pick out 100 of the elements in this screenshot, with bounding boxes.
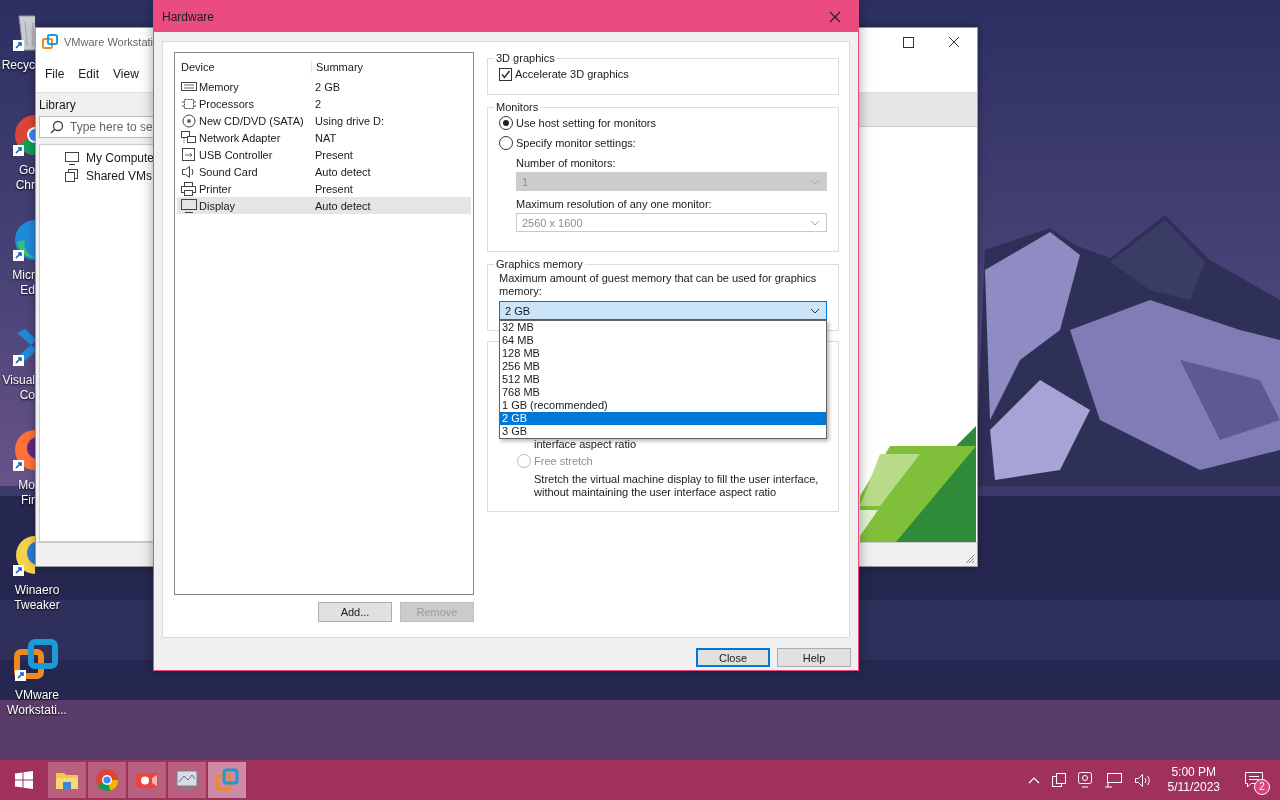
icon-label: Ed xyxy=(20,283,35,298)
menu-item[interactable]: Edit xyxy=(71,65,107,83)
device-name: Network Adapter xyxy=(199,131,281,144)
list-action-button[interactable]: Add... xyxy=(318,602,392,622)
device-row[interactable]: Memory 2 GB xyxy=(177,78,471,95)
icon-label: Fir xyxy=(21,493,35,508)
usb-icon xyxy=(181,147,197,162)
clock-time[interactable]: 5:00 PM xyxy=(1171,765,1217,780)
column-header[interactable]: Summary xyxy=(312,61,364,73)
memory-icon xyxy=(181,79,197,94)
volume-icon[interactable] xyxy=(1133,772,1152,788)
device-name: USB Controller xyxy=(199,148,273,161)
network-icon[interactable] xyxy=(1103,772,1122,788)
device-summary: Present xyxy=(314,148,353,161)
dialog-title: Hardware xyxy=(162,9,215,24)
resize-grip-icon[interactable] xyxy=(965,554,975,564)
maximize-icon xyxy=(902,36,914,48)
icon-label: Visual xyxy=(2,373,35,388)
checkbox-label[interactable]: Accelerate 3D graphics xyxy=(515,68,629,80)
tree-item[interactable]: My Compute xyxy=(86,151,155,165)
field-label: Maximum resolution of any one monitor: xyxy=(516,197,713,212)
menu-item[interactable]: View xyxy=(106,65,146,83)
dropdown-option[interactable]: 256 MB xyxy=(500,360,826,373)
library-heading: Library xyxy=(38,97,77,114)
menu-item[interactable]: File xyxy=(38,65,72,83)
checkbox[interactable] xyxy=(499,67,512,81)
chevron-down-icon xyxy=(810,307,820,314)
chevron-up-icon[interactable] xyxy=(1027,776,1040,784)
dropdown-option[interactable]: 512 MB xyxy=(500,373,826,386)
radio-label[interactable]: Specify monitor settings: xyxy=(516,137,636,149)
windows-logo-icon xyxy=(15,771,33,789)
dropdown-option[interactable]: 32 MB xyxy=(500,321,826,334)
notification-button[interactable]: 2 xyxy=(1234,760,1274,800)
icon-label: Chr xyxy=(15,178,35,193)
dropdown-option[interactable]: 64 MB xyxy=(500,334,826,347)
device-row[interactable]: Printer Present xyxy=(177,180,471,197)
tree-item[interactable]: Shared VMs xyxy=(86,169,153,183)
device-summary: NAT xyxy=(314,131,337,144)
column-header[interactable]: Device xyxy=(177,61,312,73)
dialog-button[interactable]: Help xyxy=(777,648,851,667)
monitor-icon xyxy=(64,151,80,165)
folder-taskbar-icon[interactable] xyxy=(48,762,86,798)
notification-icon xyxy=(1245,772,1263,788)
device-row[interactable]: New CD/DVD (SATA) Using drive D: xyxy=(177,112,471,129)
group-title: Monitors xyxy=(495,101,540,113)
processor-icon xyxy=(181,96,197,111)
dropdown-option[interactable]: 128 MB xyxy=(500,347,826,360)
copies-icon xyxy=(64,169,80,183)
chevron-down-icon xyxy=(810,219,820,226)
window-title: VMware Workstati xyxy=(64,36,154,48)
icon-label: Recyc xyxy=(1,58,35,73)
device-name: Processors xyxy=(199,97,255,110)
sound-icon xyxy=(181,164,197,179)
device-summary: Present xyxy=(314,182,353,195)
device-name: Printer xyxy=(199,182,232,195)
description-text: Maximum amount of guest memory that can be used for graphics memory: xyxy=(499,271,818,299)
notification-count: 2 xyxy=(1254,779,1270,795)
dialog-button[interactable]: Close xyxy=(696,648,770,667)
icon-label: Workstati... xyxy=(7,703,67,718)
device-name: Display xyxy=(199,199,236,212)
icon-label: VMware xyxy=(15,688,59,703)
close-icon xyxy=(829,10,841,23)
device-name: New CD/DVD (SATA) xyxy=(199,114,304,127)
clock-date[interactable]: 5/11/2023 xyxy=(1167,780,1220,795)
radio-label[interactable]: Use host setting for monitors xyxy=(516,117,656,129)
dropdown-option[interactable]: 3 GB xyxy=(500,425,826,438)
recorder-taskbar-icon[interactable] xyxy=(128,762,166,798)
dropdown-option[interactable]: 768 MB xyxy=(500,386,826,399)
close-icon xyxy=(948,36,960,48)
chevron-down-icon xyxy=(810,178,820,185)
device-summary: 2 GB xyxy=(314,80,341,93)
dropdown-option[interactable]: 2 GB xyxy=(500,412,826,425)
option-description: Stretch the virtual machine display to fill the user interface, without maintaining the user interface aspect ratio xyxy=(534,473,820,499)
device-summary: 2 xyxy=(314,97,322,110)
memory-select[interactable]: 2 GB xyxy=(499,301,827,320)
device-row[interactable]: Sound Card Auto detect xyxy=(177,163,471,180)
printer-icon xyxy=(181,181,197,196)
icon-label: Go xyxy=(19,163,35,178)
vmware-icon[interactable] xyxy=(13,638,61,684)
field-label: Number of monitors: xyxy=(516,156,617,171)
device-row[interactable]: USB Controller Present xyxy=(177,146,471,163)
network-icon xyxy=(181,130,197,145)
icon-label: Co xyxy=(19,388,35,403)
monitor-taskbar-icon[interactable] xyxy=(168,762,206,798)
cd-icon xyxy=(181,113,197,128)
dropdown-option[interactable]: 1 GB (recommended) xyxy=(500,399,826,412)
icon-label: Micr xyxy=(12,268,35,283)
chrome-taskbar-icon[interactable] xyxy=(88,762,126,798)
search-icon xyxy=(50,120,64,134)
device-row[interactable]: Network Adapter NAT xyxy=(177,129,471,146)
device-summary: Auto detect xyxy=(314,199,371,212)
app-logo-icon xyxy=(42,34,58,50)
webcam-icon[interactable] xyxy=(1077,772,1092,788)
device-row[interactable]: Display Auto detect xyxy=(177,197,471,214)
group-title: 3D graphics xyxy=(495,52,556,64)
icon-label: Winaero xyxy=(14,583,60,598)
device-row[interactable]: Processors 2 xyxy=(177,95,471,112)
group-title: Graphics memory xyxy=(495,258,584,270)
icon-label: Tweaker xyxy=(14,598,60,613)
icon-label: Mo xyxy=(18,478,35,493)
